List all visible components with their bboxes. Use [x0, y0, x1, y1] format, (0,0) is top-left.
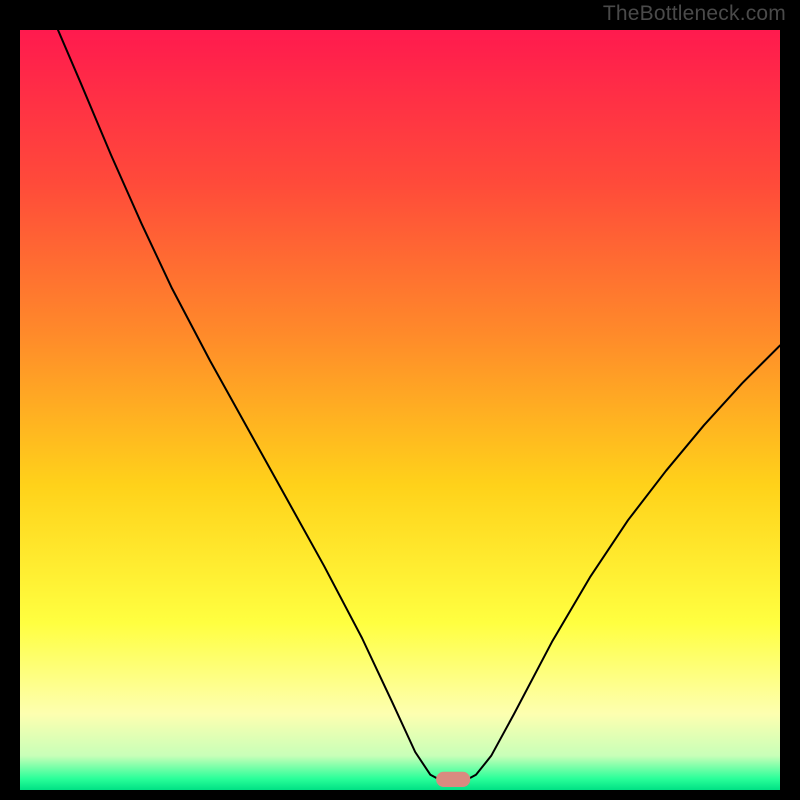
- plot-area: [20, 30, 780, 790]
- gradient-background: [20, 30, 780, 790]
- watermark-text: TheBottleneck.com: [603, 2, 786, 26]
- optimal-marker: [436, 772, 470, 787]
- chart-svg: [20, 30, 780, 790]
- chart-frame: TheBottleneck.com: [0, 0, 800, 800]
